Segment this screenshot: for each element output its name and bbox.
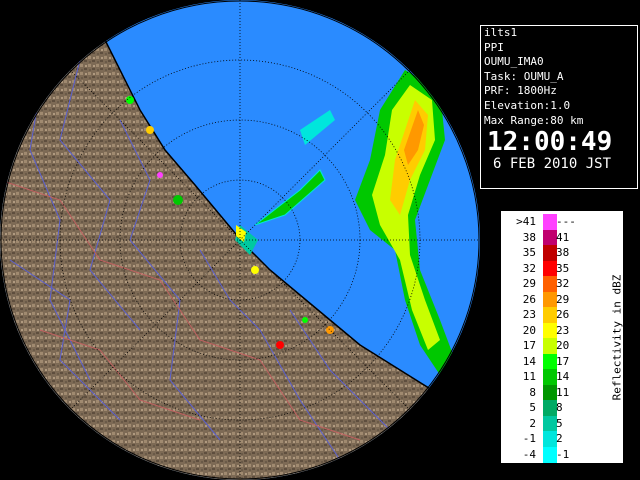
legend-low-value: 26 <box>522 292 536 306</box>
color-legend: >41 --- 38 41 35 38 32 35 29 32 26 29 23 26 20 23 17 20 14… <box>500 210 624 464</box>
legend-unit-label: Reflectivity in dBZ <box>597 271 624 411</box>
legend-row: -1 2 <box>501 431 625 447</box>
legend-high-value: -1 <box>556 447 570 461</box>
legend-high-value: 38 <box>556 246 570 259</box>
legend-swatch <box>543 260 557 277</box>
legend-swatch <box>543 446 557 463</box>
legend-low-value: 29 <box>522 277 536 290</box>
legend-high-value: 32 <box>556 277 570 290</box>
legend-swatch <box>543 307 557 323</box>
legend-high-value: 14 <box>556 370 570 383</box>
legend-high-value: 23 <box>556 323 570 337</box>
legend-high-value: 5 <box>556 416 563 430</box>
legend-low-value: 38 <box>522 230 536 244</box>
legend-low-value: >41 <box>516 215 536 228</box>
legend-swatch <box>543 214 557 230</box>
legend-swatch <box>543 229 557 246</box>
legend-low-value: 8 <box>529 385 536 399</box>
legend-high-value: 41 <box>556 230 570 244</box>
scan-date: 6 FEB 2010 JST <box>493 156 612 173</box>
legend-swatch <box>543 400 557 416</box>
legend-row: 35 38 <box>501 245 625 261</box>
legend-low-value: -4 <box>522 447 536 461</box>
legend-swatch <box>543 276 557 292</box>
legend-swatch <box>543 338 557 354</box>
legend-low-value: -1 <box>522 432 536 445</box>
legend-low-value: 17 <box>522 339 536 352</box>
legend-high-value: 11 <box>556 385 570 399</box>
legend-low-value: 20 <box>522 323 536 337</box>
legend-swatch <box>543 245 557 261</box>
radar-map-svg <box>0 0 480 480</box>
elevation-value: Elevation:1.0 <box>484 98 571 112</box>
legend-unit-text: Reflectivity in dBZ <box>610 274 624 401</box>
legend-swatch <box>543 322 557 339</box>
legend-swatch <box>543 384 557 401</box>
legend-low-value: 14 <box>522 354 536 368</box>
legend-low-value: 2 <box>529 416 536 430</box>
legend-row: >41 --- <box>501 214 625 230</box>
legend-swatch <box>543 291 557 308</box>
legend-high-value: 20 <box>556 339 570 352</box>
legend-row: 38 41 <box>501 229 625 246</box>
legend-row: -4 -1 <box>501 446 625 463</box>
legend-low-value: 32 <box>522 261 536 275</box>
legend-low-value: 23 <box>522 308 536 321</box>
site-name: OUMU_IMA0 <box>484 55 544 69</box>
info-panel: ilts1 PPI OUMU_IMA0 Task: OUMU_A PRF: 18… <box>480 25 638 189</box>
legend-high-value: --- <box>556 215 576 228</box>
legend-swatch <box>543 369 557 385</box>
task-name: Task: OUMU_A <box>484 69 564 83</box>
legend-low-value: 35 <box>522 246 536 259</box>
scan-time: 12:00:49 <box>487 127 613 158</box>
radar-map[interactable] <box>0 0 480 480</box>
prf-value: PRF: 1800Hz <box>484 84 557 98</box>
legend-high-value: 26 <box>556 308 570 321</box>
legend-high-value: 2 <box>556 432 563 445</box>
legend-swatch <box>543 353 557 370</box>
legend-low-value: 11 <box>522 370 536 383</box>
legend-swatch <box>543 415 557 432</box>
legend-high-value: 29 <box>556 292 570 306</box>
legend-high-value: 17 <box>556 354 570 368</box>
legend-swatch <box>543 431 557 447</box>
legend-high-value: 35 <box>556 261 570 275</box>
max-range-value: Max Range:80 km <box>484 113 584 127</box>
legend-high-value: 8 <box>556 401 563 414</box>
legend-row: 25 <box>501 415 625 432</box>
station-name: ilts1 <box>484 26 518 39</box>
legend-low-value: 5 <box>529 401 536 414</box>
scan-type: PPI <box>484 40 504 54</box>
